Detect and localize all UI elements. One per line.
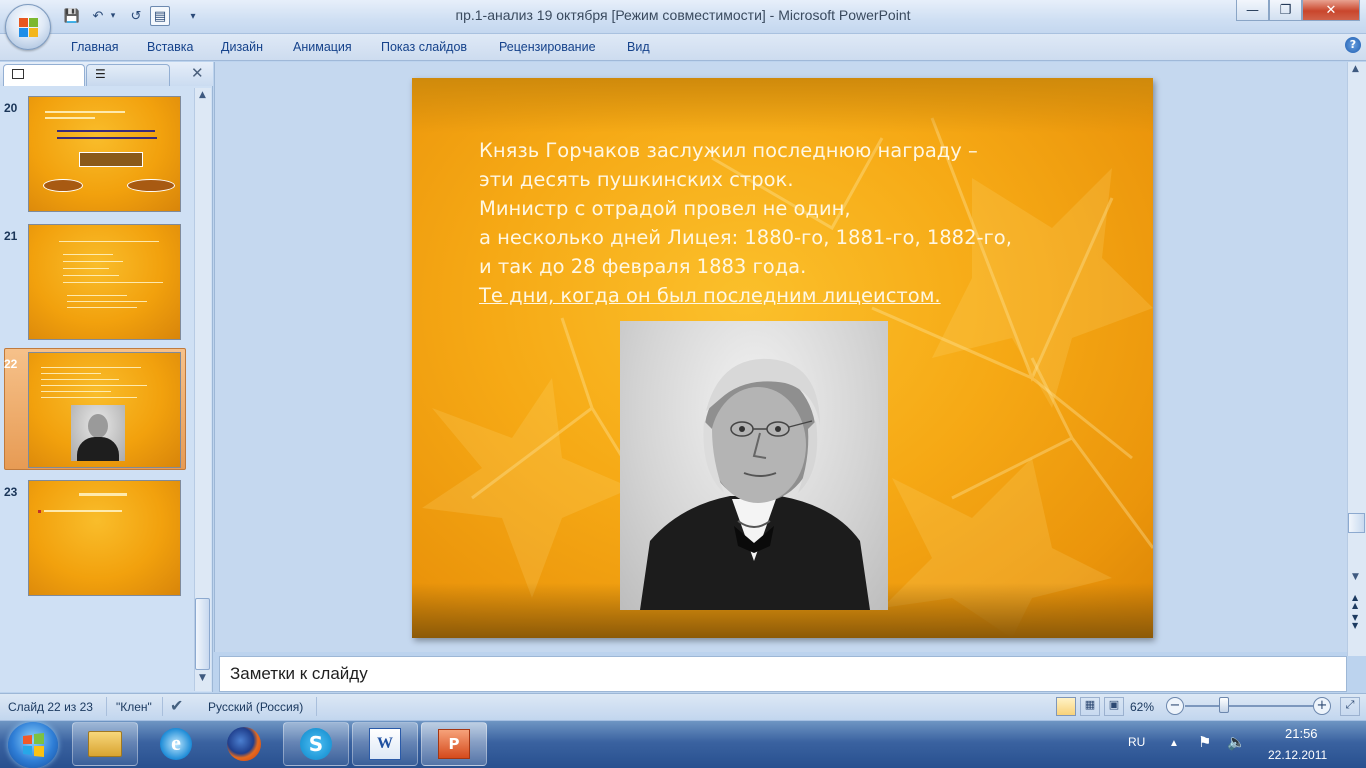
divider — [162, 697, 163, 716]
theme-name: "Клен" — [116, 700, 152, 714]
taskbar-skype[interactable]: S — [283, 722, 349, 766]
fit-to-window-icon[interactable]: ⤢ — [1340, 697, 1360, 716]
zoom-percent[interactable]: 62% — [1130, 700, 1154, 714]
slide-text-line: а несколько дней Лицея: 1880-го, 1881-го… — [479, 226, 1012, 249]
zoom-slider-knob[interactable] — [1219, 697, 1229, 713]
panel-close-icon[interactable]: ✕ — [191, 64, 204, 82]
slideshow-view-icon[interactable]: ▣ — [1104, 697, 1124, 716]
maximize-button[interactable]: ❐ — [1269, 0, 1302, 21]
show-hidden-icons[interactable]: ▲ — [1169, 738, 1179, 749]
skype-icon: S — [300, 728, 332, 760]
taskbar-ie[interactable]: e — [150, 722, 202, 766]
taskbar — [0, 720, 1366, 768]
ie-icon: e — [160, 728, 192, 760]
taskbar-powerpoint[interactable]: P — [421, 722, 487, 766]
slide-number: 21 — [4, 229, 18, 243]
panel-scroll-thumb[interactable] — [195, 598, 210, 670]
slide-number: 22 — [4, 357, 18, 371]
scroll-down-icon[interactable]: ▼ — [1352, 572, 1359, 582]
tab-home[interactable]: Главная — [71, 40, 119, 54]
slide-text-line: и так до 28 февраля 1883 года. — [479, 255, 807, 278]
taskbar-firefox[interactable] — [218, 722, 270, 766]
status-bar — [0, 693, 1366, 720]
tab-design[interactable]: Дизайн — [221, 40, 263, 54]
slide-thumbnail-21[interactable] — [28, 224, 181, 340]
keyboard-language[interactable]: RU — [1128, 735, 1145, 749]
slide-counter: Слайд 22 из 23 — [8, 700, 93, 714]
office-logo-icon — [19, 18, 39, 38]
spellcheck-icon[interactable]: ✔ — [170, 696, 183, 716]
slide-thumbnail-23[interactable] — [28, 480, 181, 596]
clock-date[interactable]: 22.12.2011 — [1268, 748, 1327, 762]
tab-view[interactable]: Вид — [627, 40, 650, 54]
tab-insert[interactable]: Вставка — [147, 40, 193, 54]
taskbar-word[interactable]: W — [352, 722, 418, 766]
slide-text-line: Министр с отрадой провел не один, — [479, 197, 851, 220]
slide-thumbnail-22[interactable] — [28, 352, 181, 468]
minimize-button[interactable]: — — [1236, 0, 1269, 21]
volume-icon[interactable]: 🔈 — [1227, 733, 1246, 751]
slide-number: 20 — [4, 101, 18, 115]
next-slide-icon[interactable]: ▼ ▼ — [1352, 614, 1358, 630]
tab-outline[interactable]: ☰ — [86, 64, 170, 86]
notes-placeholder: Заметки к слайду — [230, 664, 368, 683]
slide-canvas[interactable]: Князь Горчаков заслужил последнюю наград… — [412, 78, 1153, 638]
scroll-up-icon[interactable]: ▲ — [199, 90, 206, 100]
main-scrollbar[interactable]: ▲ ▼ ▲ ▲ ▼ ▼ — [1347, 62, 1366, 656]
window-title: пр.1-анализ 19 октября [Режим совместимо… — [455, 7, 911, 23]
tab-slides[interactable] — [3, 64, 85, 86]
slide-sorter-icon[interactable]: ▦ — [1080, 697, 1100, 716]
slide-text-line: Князь Горчаков заслужил последнюю наград… — [479, 139, 978, 162]
clock-time[interactable]: 21:56 — [1285, 726, 1318, 741]
slide-top-shade — [412, 78, 1153, 133]
firefox-icon — [227, 727, 261, 761]
tab-review[interactable]: Рецензирование — [499, 40, 596, 54]
tab-slideshow[interactable]: Показ слайдов — [381, 40, 467, 54]
divider — [106, 697, 107, 716]
slide-text-line-underlined: Те дни, когда он был последним лицеистом… — [479, 284, 941, 307]
slide-text-box[interactable]: Князь Горчаков заслужил последнюю наград… — [479, 136, 1039, 310]
language-indicator[interactable]: Русский (Россия) — [208, 700, 303, 714]
prev-slide-icon[interactable]: ▲ ▲ — [1352, 594, 1358, 610]
divider — [316, 697, 317, 716]
help-icon[interactable]: ? — [1345, 37, 1361, 53]
taskbar-explorer[interactable] — [72, 722, 138, 766]
scroll-up-icon[interactable]: ▲ — [1352, 64, 1359, 74]
slide-thumbnail-20[interactable] — [28, 96, 181, 212]
portrait-engraving — [640, 358, 870, 610]
tab-animation[interactable]: Анимация — [293, 40, 352, 54]
action-center-flag-icon[interactable]: ⚑ — [1198, 733, 1211, 751]
main-scroll-thumb[interactable] — [1348, 513, 1365, 533]
start-button[interactable] — [8, 722, 58, 768]
portrait-image[interactable] — [620, 321, 888, 610]
zoom-in-icon[interactable]: + — [1313, 697, 1331, 715]
notes-pane[interactable] — [219, 656, 1347, 692]
slides-tab-icon — [12, 69, 24, 79]
zoom-out-icon[interactable]: − — [1166, 697, 1184, 715]
normal-view-icon[interactable] — [1056, 697, 1076, 716]
ribbon-tab-bar — [0, 34, 1366, 61]
folder-icon — [88, 731, 122, 757]
slide-number: 23 — [4, 485, 18, 499]
office-button[interactable] — [5, 4, 51, 50]
windows-logo-icon — [23, 733, 44, 757]
close-button[interactable]: ✕ — [1302, 0, 1360, 21]
slide-text-line: эти десять пушкинских строк. — [479, 168, 794, 191]
zoom-slider[interactable] — [1185, 705, 1313, 707]
powerpoint-icon: P — [438, 729, 470, 759]
outline-tab-icon: ☰ — [95, 67, 106, 81]
scroll-down-icon[interactable]: ▼ — [199, 673, 206, 683]
word-icon: W — [369, 728, 401, 760]
